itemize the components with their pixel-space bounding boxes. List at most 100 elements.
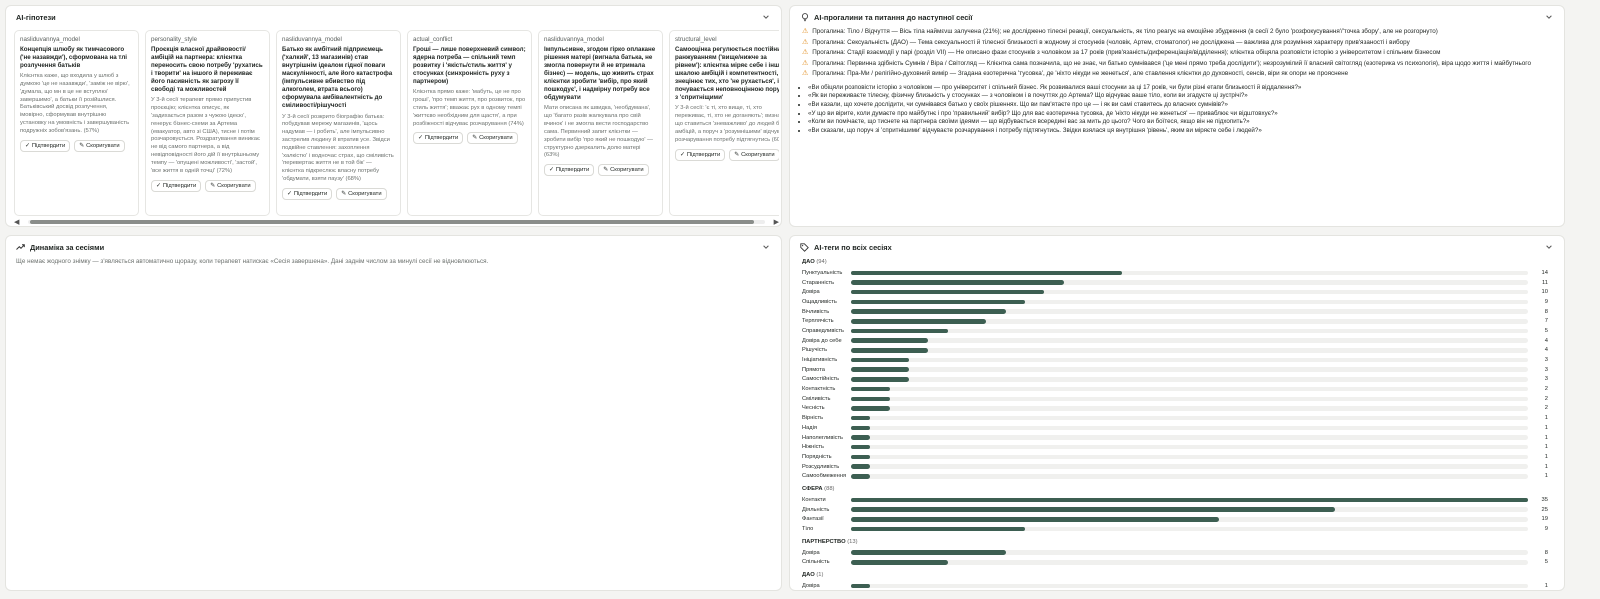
tag-bar-track — [851, 406, 1528, 411]
warning-icon: ⚠ — [802, 28, 809, 35]
tag-count: 2 — [1544, 405, 1548, 412]
chevron-down-icon[interactable] — [1544, 242, 1554, 252]
tag-group-name: ПАРТНЕРСТВО — [802, 538, 846, 545]
tag-group-header: СФЕРА (88) — [802, 485, 1564, 494]
tag-label: Старанність — [802, 279, 835, 286]
adjust-button[interactable]: ✎ Скоригувати — [598, 164, 649, 177]
horizontal-scrollbar[interactable]: ◀ ▶ — [14, 218, 779, 226]
adjust-button[interactable]: ✎ Скоригувати — [74, 139, 125, 152]
dynamics-empty-text: Ще немає жодного знімку — з'являється ав… — [16, 258, 489, 265]
hypotheses-title: AI-гіпотези — [16, 12, 56, 22]
tag-bar-track — [851, 526, 1528, 532]
tag-group-name: СФЕРА — [802, 486, 823, 493]
gaps-title: AI-прогалини та питання до наступної сес… — [814, 12, 973, 22]
tag-bar-track — [851, 444, 1528, 450]
hypothesis-actions: ✓ Підтвердити ✎ Скоригувати — [544, 164, 657, 177]
adjust-button[interactable]: ✎ Скоригувати — [729, 148, 779, 161]
tag-count: 10 — [1541, 289, 1548, 296]
scrollbar-thumb[interactable] — [30, 220, 754, 224]
dynamics-title: Динаміка за сесіями — [30, 242, 105, 252]
tag-bar — [851, 386, 890, 392]
tag-bar — [851, 319, 987, 324]
tag-count: 19 — [1541, 516, 1548, 523]
adjust-label: Скоригувати — [479, 135, 513, 142]
tag-row: Ніжність 1 — [790, 442, 1564, 452]
hypotheses-header[interactable]: AI-гіпотези — [6, 6, 781, 28]
hypothesis-description: Клієнтка прямо каже: 'мабуть, це не про … — [413, 89, 526, 127]
confirm-label: Підтвердити — [31, 142, 66, 149]
hypothesis-title: Концепція шлюбу як тимчасового ('не наза… — [20, 46, 128, 70]
adjust-label: Скоригувати — [217, 182, 251, 189]
tag-row: Самостійність 3 — [790, 375, 1564, 385]
pencil-icon: ✎ — [603, 167, 609, 174]
dynamics-header[interactable]: Динаміка за сесіями — [6, 236, 781, 258]
tag-label: Самостійність — [802, 376, 840, 383]
tag-bar — [851, 454, 871, 460]
adjust-button[interactable]: ✎ Скоригувати — [336, 187, 387, 200]
confirm-button[interactable]: ✓ Підтвердити — [413, 132, 464, 145]
tag-bar-track — [851, 270, 1528, 276]
hypothesis-card: actual_conflict Гроші — лише поверхневий … — [407, 30, 532, 216]
tag-bar-track — [851, 377, 1528, 382]
adjust-button[interactable]: ✎ Скоригувати — [467, 132, 518, 145]
tag-row: Довіра до себе 4 — [790, 336, 1564, 346]
pencil-icon: ✎ — [210, 182, 216, 189]
tags-panel: AI-теги по всіх сесіях ДАО (94) Пунктуаль… — [789, 235, 1565, 591]
confirm-button[interactable]: ✓ Підтвердити — [282, 187, 333, 200]
tag-bar-track — [851, 583, 1528, 589]
tag-label: Контактність — [802, 386, 836, 393]
tag-count: 1 — [1544, 424, 1548, 431]
tag-bar-track — [851, 309, 1528, 314]
tag-bar — [851, 338, 929, 343]
gaps-header[interactable]: AI-прогалини та питання до наступної сес… — [790, 6, 1564, 28]
tag-row: Пунктуальність 14 — [790, 268, 1564, 278]
chevron-down-icon[interactable] — [761, 12, 771, 22]
tag-row: Самообмеження 1 — [790, 471, 1564, 481]
gap-text: Прогалина: Первинна здібність Сумнів / В… — [812, 59, 1531, 67]
tag-group-name: ДАО — [802, 572, 815, 579]
confirm-label: Підтвердити — [293, 190, 328, 197]
tag-bar — [851, 425, 871, 431]
check-icon: ✓ — [418, 135, 423, 142]
tag-count: 8 — [1544, 549, 1548, 556]
tag-bar — [851, 415, 871, 421]
confirm-button[interactable]: ✓ Підтвердити — [151, 179, 202, 192]
adjust-label: Скоригувати — [86, 142, 120, 149]
tag-label: Ініціативність — [802, 357, 838, 364]
hypothesis-actions: ✓ Підтвердити ✎ Скоригувати — [282, 187, 395, 200]
tag-label: Діяльність — [802, 506, 830, 513]
pencil-icon: ✎ — [734, 151, 740, 158]
adjust-button[interactable]: ✎ Скоригувати — [205, 179, 256, 192]
tag-label: Надія — [802, 424, 817, 431]
tag-row: Довіра 10 — [790, 287, 1564, 297]
tag-row: Наполегливість 1 — [790, 433, 1564, 443]
hypothesis-description: Клієнтка каже, що входила у шлюб з думко… — [20, 73, 130, 134]
tag-bar — [851, 299, 1026, 305]
tag-bar-track — [851, 415, 1528, 421]
tag-bar — [851, 309, 1006, 314]
confirm-button[interactable]: ✓ Підтвердити — [675, 148, 726, 161]
tag-bar-track — [851, 497, 1528, 503]
pencil-icon: ✎ — [472, 135, 478, 142]
tags-header[interactable]: AI-теги по всіх сесіях — [790, 236, 1564, 258]
chevron-down-icon[interactable] — [761, 242, 771, 252]
scroll-left-icon[interactable]: ◀ — [14, 218, 19, 226]
confirm-button[interactable]: ✓ Підтвердити — [20, 139, 71, 152]
confirm-button[interactable]: ✓ Підтвердити — [544, 164, 595, 177]
tag-label: Розсудливість — [802, 463, 840, 470]
tag-bar — [851, 367, 910, 372]
hypothesis-title: Самооцінка регулюється постійним ранжува… — [675, 46, 779, 102]
tag-bar-track — [851, 550, 1528, 555]
tag-bar-track — [851, 280, 1528, 285]
tag-label: Довіра — [802, 583, 820, 590]
scroll-right-icon[interactable]: ▶ — [774, 218, 779, 226]
tag-bar-track — [851, 507, 1528, 512]
tag-label: Пунктуальність — [802, 269, 843, 276]
tag-bar — [851, 435, 871, 440]
confirm-label: Підтвердити — [555, 167, 590, 174]
tag-count: 5 — [1544, 559, 1548, 566]
tag-bar-track — [851, 474, 1528, 479]
tag-bar — [851, 444, 871, 450]
chevron-down-icon[interactable] — [1544, 12, 1554, 22]
tag-group-header: ДАО (94) — [802, 258, 1564, 267]
